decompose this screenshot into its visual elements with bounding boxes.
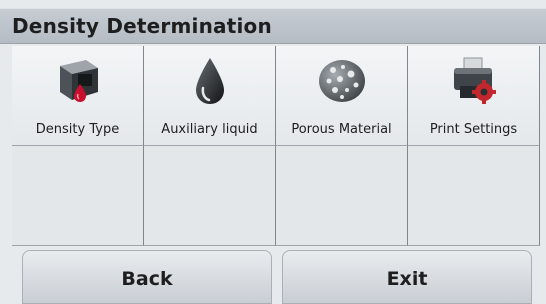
empty-menu-cell xyxy=(144,146,276,246)
menu-item-label: Porous Material xyxy=(291,122,392,137)
empty-menu-cell xyxy=(276,146,408,246)
empty-menu-cell xyxy=(12,146,144,246)
liquid-drop-icon xyxy=(195,58,224,104)
page-title: Density Determination xyxy=(12,14,272,38)
menu-item-print-settings[interactable]: Print Settings xyxy=(408,46,540,146)
density-determination-screen: Density Determination Density Type Auxil… xyxy=(0,0,546,304)
menu-item-label: Print Settings xyxy=(429,122,518,137)
menu-item-density-type[interactable]: Density Type xyxy=(12,46,144,146)
menu-item-label: Auxiliary liquid xyxy=(161,122,258,137)
exit-button-label: Exit xyxy=(386,268,428,290)
menu-item-auxiliary-liquid[interactable]: Auxiliary liquid xyxy=(144,46,276,146)
empty-menu-cell xyxy=(408,146,540,246)
density-cube-icon xyxy=(59,60,98,102)
back-button-label: Back xyxy=(121,268,173,290)
title-bar: Density Determination xyxy=(0,8,546,44)
exit-button[interactable]: Exit xyxy=(282,250,532,304)
porous-rock-icon xyxy=(318,60,365,102)
back-button[interactable]: Back xyxy=(22,250,272,304)
printer-gear-icon xyxy=(453,57,496,104)
menu-item-porous-material[interactable]: Porous Material xyxy=(276,46,408,146)
menu-grid: Density Type Auxiliary liquid Porous Mat… xyxy=(12,46,540,246)
menu-item-label: Density Type xyxy=(35,122,120,137)
